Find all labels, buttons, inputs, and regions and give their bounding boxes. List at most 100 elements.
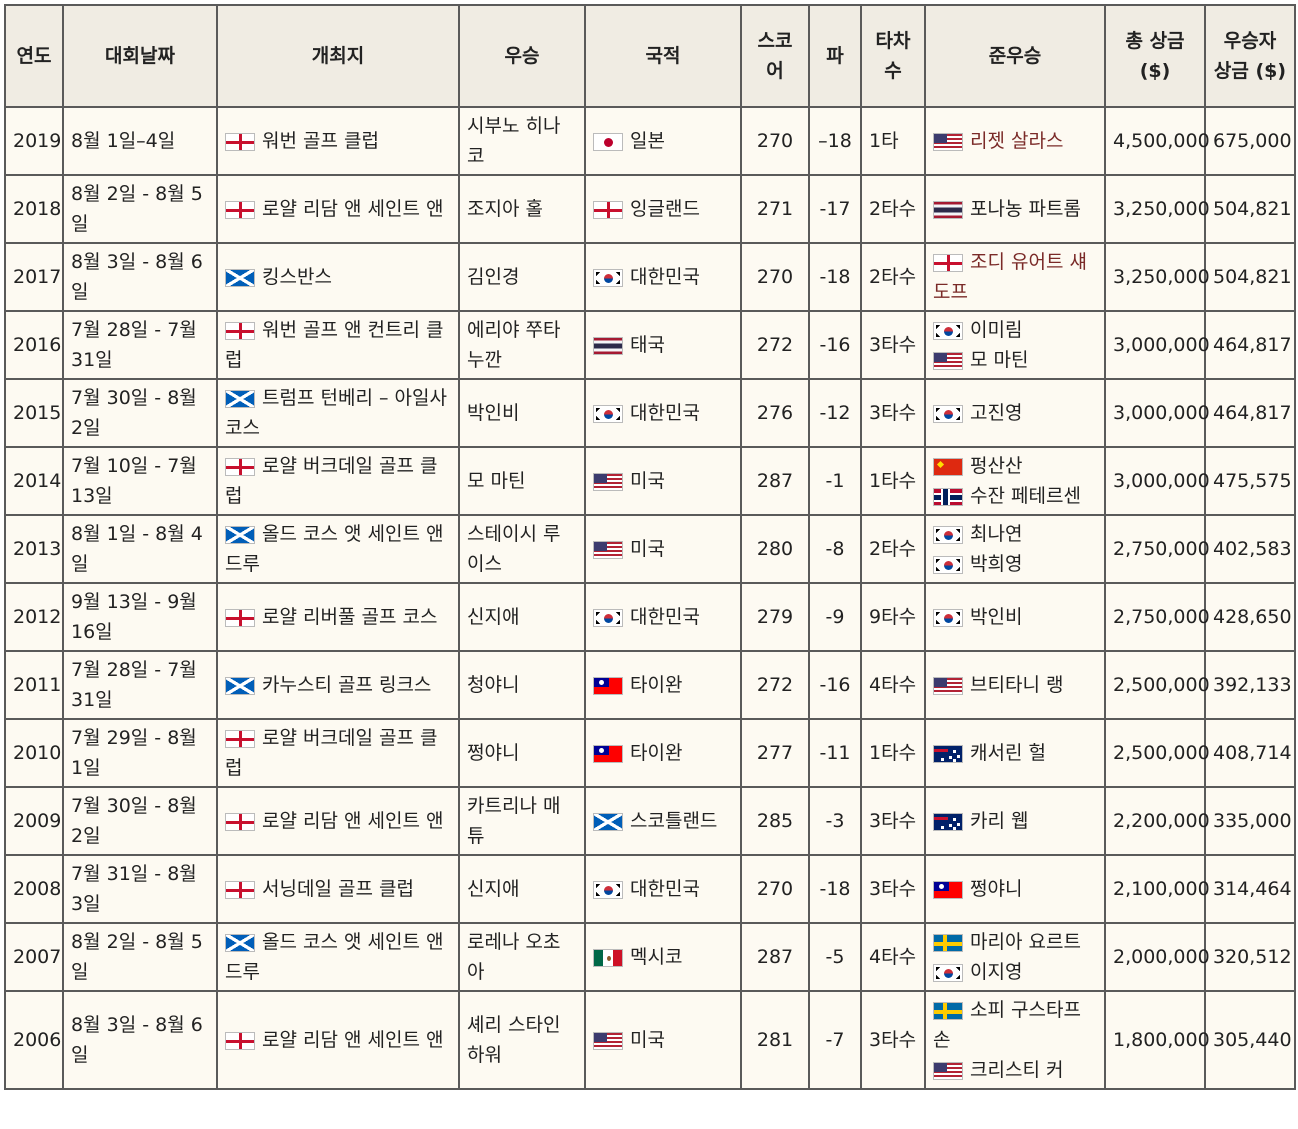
runnerup-entry: 고진영 <box>933 398 1097 428</box>
venue-link[interactable]: 킹스반스 <box>262 266 332 288</box>
venue-link[interactable]: 워번 골프 앤 컨트리 클럽 <box>225 319 443 371</box>
winner-link[interactable]: 청야니 <box>467 674 519 696</box>
table-row: 2008 7월 31일 - 8월 3일 서닝데일 골프 클럽 신지애 대한민국 270 -1… <box>4 854 1296 924</box>
share-text: 392,133 <box>1213 674 1292 696</box>
runnerup-link[interactable]: 이지영 <box>970 961 1022 983</box>
nation-link[interactable]: 잉글랜드 <box>630 198 700 220</box>
nation-link[interactable]: 대한민국 <box>630 266 700 288</box>
winner-link[interactable]: 신지애 <box>467 878 519 900</box>
winner-link[interactable]: 카트리나 매튜 <box>467 795 560 847</box>
runnerup-link[interactable]: 브티타니 랭 <box>970 674 1063 696</box>
margin-text: 3타수 <box>869 402 917 424</box>
share-cell: 464,817 <box>1204 310 1296 380</box>
nation-link[interactable]: 대한민국 <box>630 878 700 900</box>
venue-link[interactable]: 카누스티 골프 링크스 <box>262 674 431 696</box>
header-share: 우승자 상금 ($) <box>1204 4 1296 108</box>
nation-cell: 미국 <box>584 446 742 516</box>
winner-link[interactable]: 모 마틴 <box>467 470 525 492</box>
nation-link[interactable]: 미국 <box>630 1029 665 1051</box>
nation-link[interactable]: 타이완 <box>630 742 682 764</box>
share-cell: 675,000 <box>1204 106 1296 176</box>
venue-link[interactable]: 로얄 리담 앤 세인트 앤 <box>262 198 443 220</box>
runnerup-link[interactable]: 카리 웹 <box>970 810 1028 832</box>
margin-cell: 2타수 <box>860 242 926 312</box>
runnerup-link[interactable]: 박인비 <box>970 606 1022 628</box>
nation-link[interactable]: 대한민국 <box>630 402 700 424</box>
runnerup-link[interactable]: 포나농 파트롬 <box>970 198 1081 220</box>
year-text: 2019 <box>13 130 62 152</box>
score-cell: 270 <box>740 106 810 176</box>
year-text: 2011 <box>13 674 62 696</box>
winner-link[interactable]: 시부노 히나코 <box>467 115 560 167</box>
venue-link[interactable]: 트럼프 턴베리 – 아일사 코스 <box>225 387 447 439</box>
score-text: 272 <box>756 334 794 356</box>
runnerup-link[interactable]: 쩡야니 <box>970 878 1022 900</box>
winner-link[interactable]: 신지애 <box>467 606 519 628</box>
venue-cell: 로얄 리담 앤 세인트 앤 <box>216 174 460 244</box>
runnerup-link[interactable]: 마리아 요르트 <box>970 931 1081 953</box>
score-text: 280 <box>756 538 794 560</box>
venue-link[interactable]: 올드 코스 앳 세인트 앤드루 <box>225 523 443 575</box>
table-row: 2010 7월 29일 - 8월 1일 로얄 버크데일 골프 클럽 쩡야니 타이완 277… <box>4 718 1296 788</box>
flag-england-icon <box>225 1031 255 1050</box>
venue-cell: 로얄 리담 앤 세인트 앤 <box>216 990 460 1090</box>
venue-link[interactable]: 로얄 리담 앤 세인트 앤 <box>262 810 443 832</box>
runnerup-link[interactable]: 리젯 살라스 <box>970 130 1063 152</box>
par-cell: -3 <box>808 786 862 856</box>
par-text: –18 <box>818 130 852 152</box>
venue-link[interactable]: 로얄 리버풀 골프 코스 <box>262 606 437 628</box>
runnerup-link[interactable]: 이미림 <box>970 319 1022 341</box>
venue-link[interactable]: 올드 코스 앳 세인트 앤드루 <box>225 931 443 983</box>
year-text: 2017 <box>13 266 62 288</box>
runnerup-link[interactable]: 고진영 <box>970 402 1022 424</box>
runnerup-entry: 카리 웹 <box>933 806 1097 836</box>
nation-link[interactable]: 스코틀랜드 <box>630 810 717 832</box>
header-row: 연도 대회날짜 개최지 우승 국적 스코어 파 타차수 준우승 총 상금 ($)… <box>4 4 1296 108</box>
venue-link[interactable]: 로얄 버크데일 골프 클럽 <box>225 727 437 779</box>
nation-link[interactable]: 타이완 <box>630 674 682 696</box>
runnerup-link[interactable]: 크리스티 커 <box>970 1059 1063 1081</box>
nation-link[interactable]: 미국 <box>630 538 665 560</box>
runnerup-cell: 펑산산수잔 페테르센 <box>924 446 1106 516</box>
winner-link[interactable]: 스테이시 루이스 <box>467 523 560 575</box>
table-row: 2007 8월 2일 - 8월 5일 올드 코스 앳 세인트 앤드루 로레나 오초아 멕… <box>4 922 1296 992</box>
nation-link[interactable]: 태국 <box>630 334 665 356</box>
runnerup-link[interactable]: 수잔 페테르센 <box>970 485 1081 507</box>
score-cell: 285 <box>740 786 810 856</box>
score-text: 281 <box>756 1029 794 1051</box>
runnerup-link[interactable]: 캐서린 헐 <box>970 742 1046 764</box>
runnerup-link[interactable]: 모 마틴 <box>970 349 1028 371</box>
venue-link[interactable]: 로얄 버크데일 골프 클럽 <box>225 455 437 507</box>
share-text: 335,000 <box>1213 810 1292 832</box>
runnerup-link[interactable]: 펑산산 <box>970 455 1022 477</box>
runnerup-link[interactable]: 최나연 <box>970 523 1022 545</box>
runnerup-cell: 이미림모 마틴 <box>924 310 1106 380</box>
nation-link[interactable]: 미국 <box>630 470 665 492</box>
venue-link[interactable]: 워번 골프 클럽 <box>262 130 379 152</box>
flag-usa-icon <box>933 132 963 151</box>
winner-link[interactable]: 로레나 오초아 <box>467 931 560 983</box>
flag-japan-icon <box>593 132 623 151</box>
score-text: 272 <box>756 674 794 696</box>
venue-cell: 올드 코스 앳 세인트 앤드루 <box>216 922 460 992</box>
header-venue: 개최지 <box>216 4 460 108</box>
winner-link[interactable]: 셰리 스타인하워 <box>467 1014 560 1066</box>
nation-link[interactable]: 멕시코 <box>630 946 682 968</box>
nation-link[interactable]: 대한민국 <box>630 606 700 628</box>
date-cell: 7월 10일 - 7월 13일 <box>62 446 218 516</box>
nation-link[interactable]: 일본 <box>630 130 665 152</box>
winner-link[interactable]: 김인경 <box>467 266 519 288</box>
winner-link[interactable]: 쩡야니 <box>467 742 519 764</box>
winner-link[interactable]: 조지아 홀 <box>467 198 543 220</box>
venue-link[interactable]: 서닝데일 골프 클럽 <box>262 878 414 900</box>
runnerup-link[interactable]: 박희영 <box>970 553 1022 575</box>
nation-cell: 대한민국 <box>584 242 742 312</box>
winner-link[interactable]: 에리야 쭈타누깐 <box>467 319 560 371</box>
year-text: 2008 <box>13 878 62 900</box>
date-text: 9월 13일 - 9월 16일 <box>71 591 197 643</box>
runnerup-entry: 포나농 파트롬 <box>933 194 1097 224</box>
venue-link[interactable]: 로얄 리담 앤 세인트 앤 <box>262 1029 443 1051</box>
nation-cell: 타이완 <box>584 718 742 788</box>
year-text: 2014 <box>13 470 62 492</box>
winner-link[interactable]: 박인비 <box>467 402 519 424</box>
